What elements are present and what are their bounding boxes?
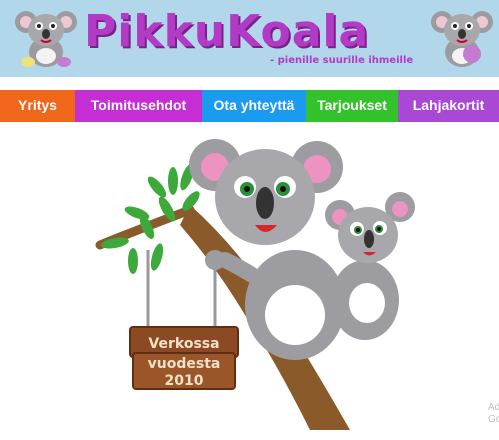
nav-item-lahjakortit[interactable]: Lahjakortit: [398, 90, 499, 122]
ad-label-line2: Go: [488, 414, 499, 425]
nav-item-label: Lahjakortit: [412, 97, 485, 113]
koala-logo-left-icon: [15, 11, 77, 67]
nav-item-yritys[interactable]: Yritys: [0, 90, 75, 122]
baby-koala-icon: [325, 192, 415, 340]
koala-logo-right-icon: [431, 11, 493, 67]
nav-item-label: Toimitusehdot: [90, 97, 187, 113]
nav-item-label: Tarjoukset: [317, 97, 387, 113]
ad-label-line1: Ad: [488, 402, 499, 413]
site-slogan: - pienille suurille ihmeille: [270, 55, 414, 66]
sign-line-2: vuodesta: [148, 356, 221, 372]
nav-item-label: Ota yhteyttä: [213, 97, 295, 113]
site-logo[interactable]: PikkuKoala: [84, 2, 369, 62]
main-navigation: Yritys Toimitusehdot Ota yhteyttä Tarjou…: [0, 90, 499, 122]
site-header: PikkuKoala - pienille suurille ihmeille: [0, 0, 499, 77]
sign-line-1: Verkossa: [148, 336, 219, 352]
hero-koala-illustration: Verkossa vuodesta 2010: [95, 139, 415, 430]
nav-item-label: Yritys: [18, 97, 57, 113]
ad-corner-label[interactable]: Ad Go: [488, 402, 499, 426]
nav-item-ota-yhteytta[interactable]: Ota yhteyttä: [202, 90, 306, 122]
established-sign: Verkossa vuodesta 2010: [129, 326, 239, 390]
nav-item-tarjoukset[interactable]: Tarjoukset: [306, 90, 398, 122]
sign-line-3: 2010: [165, 373, 204, 389]
nav-item-toimitusehdot[interactable]: Toimitusehdot: [75, 90, 202, 122]
